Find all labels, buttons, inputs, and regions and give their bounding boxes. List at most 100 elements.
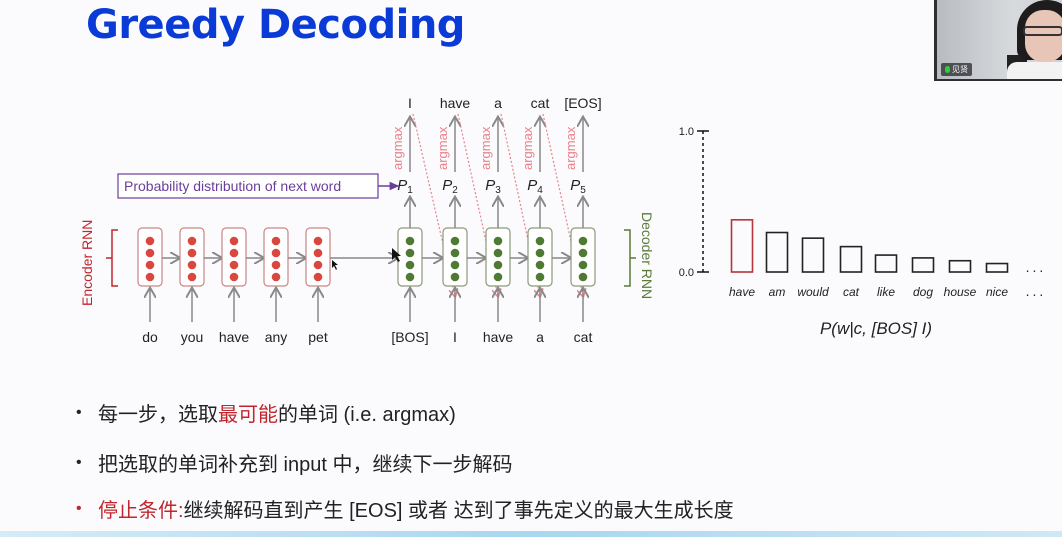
bullet-dot: •: [76, 453, 82, 471]
bar: [730, 219, 754, 273]
prob-symbol: P3: [485, 177, 501, 196]
encoder-cell-unit: [271, 272, 281, 282]
decoder-cell-unit: [450, 260, 460, 270]
decoder-bracket: [624, 229, 636, 287]
encoder-cell-unit: [229, 236, 239, 246]
decoder-cell-unit: [535, 272, 545, 282]
y-tick-label: 0.0: [679, 267, 694, 279]
bullet-text: 把选取的单词补充到 input 中，继续下一步解码: [98, 454, 513, 476]
decoder-cell-unit: [578, 248, 588, 258]
webcam-person-face: [1025, 10, 1062, 62]
prob-distribution-label: Probability distribution of next word: [124, 178, 341, 194]
x-tick-label: would: [797, 285, 829, 299]
encoder-cell-unit: [271, 260, 281, 270]
encoder-cell-unit: [145, 272, 155, 282]
encoder-cell-unit: [313, 272, 323, 282]
bullet-highlight: 最可能: [218, 404, 278, 426]
webcam-video-tile[interactable]: 见贤: [934, 0, 1062, 81]
decoder-cell-unit: [450, 272, 460, 282]
decoder-cell-unit: [493, 236, 503, 246]
x-tick-label: dog: [913, 285, 933, 299]
x-tick-label: cat: [843, 285, 860, 299]
encoder-cell-unit: [229, 272, 239, 282]
argmax-label: argmax: [435, 126, 450, 170]
encoder-input-word: do: [142, 329, 158, 345]
encoder-cell-unit: [145, 248, 155, 258]
decoder-cell-unit: [493, 272, 503, 282]
bottom-strip: [0, 531, 1062, 537]
prob-symbol: P4: [527, 177, 543, 196]
encoder-cell-unit: [145, 236, 155, 246]
encoder-cell-unit: [313, 236, 323, 246]
encoder-cell-unit: [187, 248, 197, 258]
decoder-input-word: have: [483, 329, 514, 345]
decoder-output-word: have: [440, 95, 471, 111]
decoder-cell-unit: [450, 248, 460, 258]
encoder-cell-unit: [313, 248, 323, 258]
decoder-cell-unit: [405, 248, 415, 258]
encoder-input-word: you: [181, 329, 204, 345]
bullet-item: • 把选取的单词补充到 input 中，继续下一步解码: [76, 448, 512, 477]
decoder-input-word: a: [536, 329, 544, 345]
x-axis-label: P(w|c, [BOS] I): [820, 319, 932, 338]
encoder-bracket: [106, 229, 118, 287]
decoder-input-word: cat: [574, 329, 593, 345]
bullet-text: 的单词 (i.e. argmax): [278, 404, 456, 426]
argmax-label: argmax: [520, 126, 535, 170]
argmax-label: argmax: [563, 126, 578, 170]
decoder-cell-unit: [535, 248, 545, 258]
label-ellipsis: ...: [1026, 283, 1047, 299]
encoder-cell-unit: [313, 260, 323, 270]
bullet-text: 继续解码直到产生 [EOS] 或者 达到了事先定义的最大生成长度: [183, 500, 734, 522]
webcam-person-glasses: [1023, 26, 1062, 36]
bar: [874, 254, 898, 273]
decoder-cell-unit: [493, 260, 503, 270]
x-tick-label: nice: [986, 285, 1008, 299]
encoder-input-word: have: [219, 329, 250, 345]
bullet-dot: •: [76, 403, 82, 421]
decoder-cell-unit: [450, 236, 460, 246]
encoder-input-word: any: [265, 329, 288, 345]
encoder-cell-unit: [229, 248, 239, 258]
encoder-cell-unit: [229, 260, 239, 270]
probability-bar-chart: 1.0 0.0 have am would cat like dog house nice....…: [679, 126, 1047, 338]
encoder-cell-unit: [145, 260, 155, 270]
argmax-label: argmax: [478, 126, 493, 170]
encoder-cell-unit: [271, 236, 281, 246]
y-tick-label: 1.0: [679, 126, 694, 138]
encoder-cell-unit: [187, 236, 197, 246]
bar: [801, 237, 825, 273]
x-tick-label: house: [944, 285, 977, 299]
bullet-item: • 停止条件: 继续解码直到产生 [EOS] 或者 达到了事先定义的最大生成长度: [76, 494, 734, 523]
decoder-cell-unit: [535, 260, 545, 270]
decoder-input-word: [BOS]: [391, 329, 428, 345]
encoder-cell-unit: [271, 248, 281, 258]
bullet-item: • 每一步，选取 最可能 的单词 (i.e. argmax): [76, 398, 456, 427]
bullet-text: 每一步，选取: [98, 404, 218, 426]
decoder-output-word: a: [494, 95, 502, 111]
bar: [765, 231, 789, 273]
decoder-cell-unit: [535, 236, 545, 246]
prob-symbol: P5: [570, 177, 586, 196]
bar-ellipsis: ...: [1026, 259, 1047, 275]
decoder-label: Decoder RNN: [639, 212, 655, 299]
participant-name: 见贤: [952, 65, 968, 74]
decoder-output-word: [EOS]: [564, 95, 601, 111]
decoder-cell-unit: [578, 236, 588, 246]
bar: [948, 259, 972, 273]
decoder-cell-unit: [405, 272, 415, 282]
prob-symbol: P2: [442, 177, 458, 196]
bar: [911, 257, 935, 273]
bar: [839, 245, 863, 273]
bar: [985, 262, 1009, 273]
x-tick-label: like: [877, 285, 895, 299]
prob-symbol: P1: [397, 177, 413, 196]
participant-name-badge: 见贤: [941, 63, 972, 76]
x-tick-label: am: [769, 285, 786, 299]
seq2seq-diagram: Encoder RNN Decoder RNNdo you have any pet [BO…: [79, 95, 655, 345]
mouse-cursor-icon: [332, 260, 338, 270]
argmax-label: argmax: [390, 126, 405, 170]
mic-icon: [945, 66, 950, 73]
bullet-dot: •: [76, 499, 82, 517]
decoder-output-word: cat: [531, 95, 550, 111]
